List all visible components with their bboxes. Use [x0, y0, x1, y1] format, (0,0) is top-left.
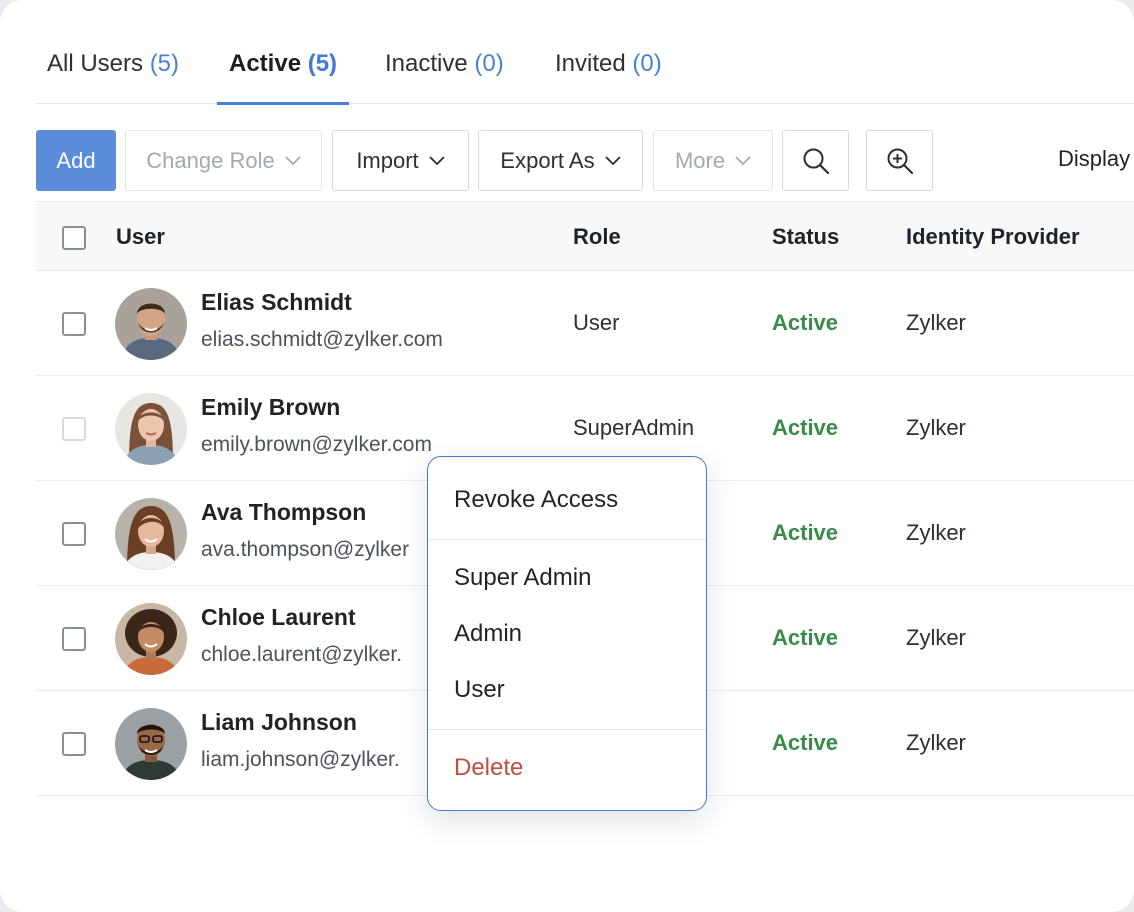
row-checkbox[interactable] [62, 312, 86, 336]
tab-label: Inactive [385, 50, 468, 77]
menu-divider [428, 729, 706, 730]
menu-item-delete[interactable]: Delete [454, 754, 523, 782]
advanced-search-button[interactable] [866, 130, 933, 191]
change-role-label: Change Role [146, 147, 275, 173]
status-badge: Active [772, 415, 839, 440]
avatar [115, 393, 187, 465]
row-checkbox[interactable] [62, 522, 86, 546]
menu-item-revoke-access[interactable]: Revoke Access [454, 486, 618, 514]
tab-all-users[interactable]: All Users (5) [47, 50, 179, 104]
column-header-status[interactable]: Status [772, 224, 839, 250]
tab-inactive[interactable]: Inactive (0) [385, 50, 504, 104]
search-button[interactable] [782, 130, 849, 191]
table-header: User Role Status Identity Provider [36, 201, 1134, 271]
chevron-down-icon [429, 155, 445, 165]
user-email: ava.thompson@zylker [201, 538, 410, 561]
menu-divider [428, 539, 706, 540]
column-header-identity-provider[interactable]: Identity Provider [906, 224, 1080, 250]
user-name[interactable]: Ava Thompson [201, 499, 366, 526]
toolbar: Add Change Role Import Export As More Di… [36, 130, 1134, 191]
menu-item-user[interactable]: User [454, 676, 505, 704]
row-checkbox[interactable] [62, 417, 86, 441]
avatar [115, 603, 187, 675]
avatar [115, 708, 187, 780]
tab-label: Invited [555, 50, 626, 77]
row-context-menu: Revoke Access Super Admin Admin User Del… [427, 456, 707, 811]
more-dropdown[interactable]: More [653, 130, 773, 191]
chevron-down-icon [285, 155, 301, 165]
change-role-dropdown[interactable]: Change Role [125, 130, 322, 191]
import-label: Import [356, 147, 419, 173]
avatar [115, 288, 187, 360]
table-row[interactable]: Elias Schmidt elias.schmidt@zylker.com U… [36, 271, 1134, 376]
add-button[interactable]: Add [36, 130, 116, 191]
user-role: User [573, 310, 620, 335]
user-role: SuperAdmin [573, 415, 695, 440]
select-all-checkbox[interactable] [62, 226, 86, 250]
user-name[interactable]: Elias Schmidt [201, 289, 352, 316]
identity-provider: Zylker [906, 310, 966, 335]
display-menu[interactable]: Display [1058, 146, 1130, 172]
status-badge: Active [772, 520, 839, 545]
user-tabs: All Users (5) Active (5) Inactive (0) In… [36, 44, 1134, 105]
tab-label: Active [229, 50, 302, 77]
menu-item-admin[interactable]: Admin [454, 620, 522, 648]
more-label: More [674, 147, 726, 173]
avatar [115, 498, 187, 570]
tab-count: (5) [307, 50, 338, 77]
tab-count: (0) [474, 50, 504, 77]
menu-item-super-admin[interactable]: Super Admin [454, 564, 591, 592]
identity-provider: Zylker [906, 730, 966, 755]
user-email: elias.schmidt@zylker.com [201, 328, 443, 351]
column-header-user[interactable]: User [116, 224, 165, 250]
tab-invited[interactable]: Invited (0) [555, 50, 662, 104]
tab-count: (0) [632, 50, 662, 77]
export-as-dropdown[interactable]: Export As [478, 130, 643, 191]
tab-active[interactable]: Active (5) [216, 50, 350, 105]
zoom-in-icon [887, 148, 913, 174]
identity-provider: Zylker [906, 415, 966, 440]
tab-count: (5) [149, 50, 180, 77]
import-dropdown[interactable]: Import [332, 130, 469, 191]
row-checkbox[interactable] [62, 732, 86, 756]
status-badge: Active [772, 625, 839, 650]
identity-provider: Zylker [906, 625, 966, 650]
chevron-down-icon [604, 155, 621, 165]
row-checkbox[interactable] [62, 627, 86, 651]
identity-provider: Zylker [906, 520, 966, 545]
user-name[interactable]: Chloe Laurent [201, 604, 356, 631]
status-badge: Active [772, 730, 839, 755]
users-panel: All Users (5) Active (5) Inactive (0) In… [0, 0, 1134, 912]
user-email: emily.brown@zylker.com [201, 433, 432, 456]
column-header-role[interactable]: Role [573, 224, 621, 250]
user-email: chloe.laurent@zylker. [201, 643, 403, 666]
tab-label: All Users [47, 50, 144, 77]
add-button-label: Add [56, 147, 96, 173]
user-name[interactable]: Emily Brown [201, 394, 340, 421]
chevron-down-icon [735, 155, 751, 165]
user-email: liam.johnson@zylker. [201, 748, 400, 771]
user-name[interactable]: Liam Johnson [201, 709, 357, 736]
status-badge: Active [772, 310, 839, 335]
export-as-label: Export As [500, 147, 595, 173]
search-icon [803, 148, 829, 174]
